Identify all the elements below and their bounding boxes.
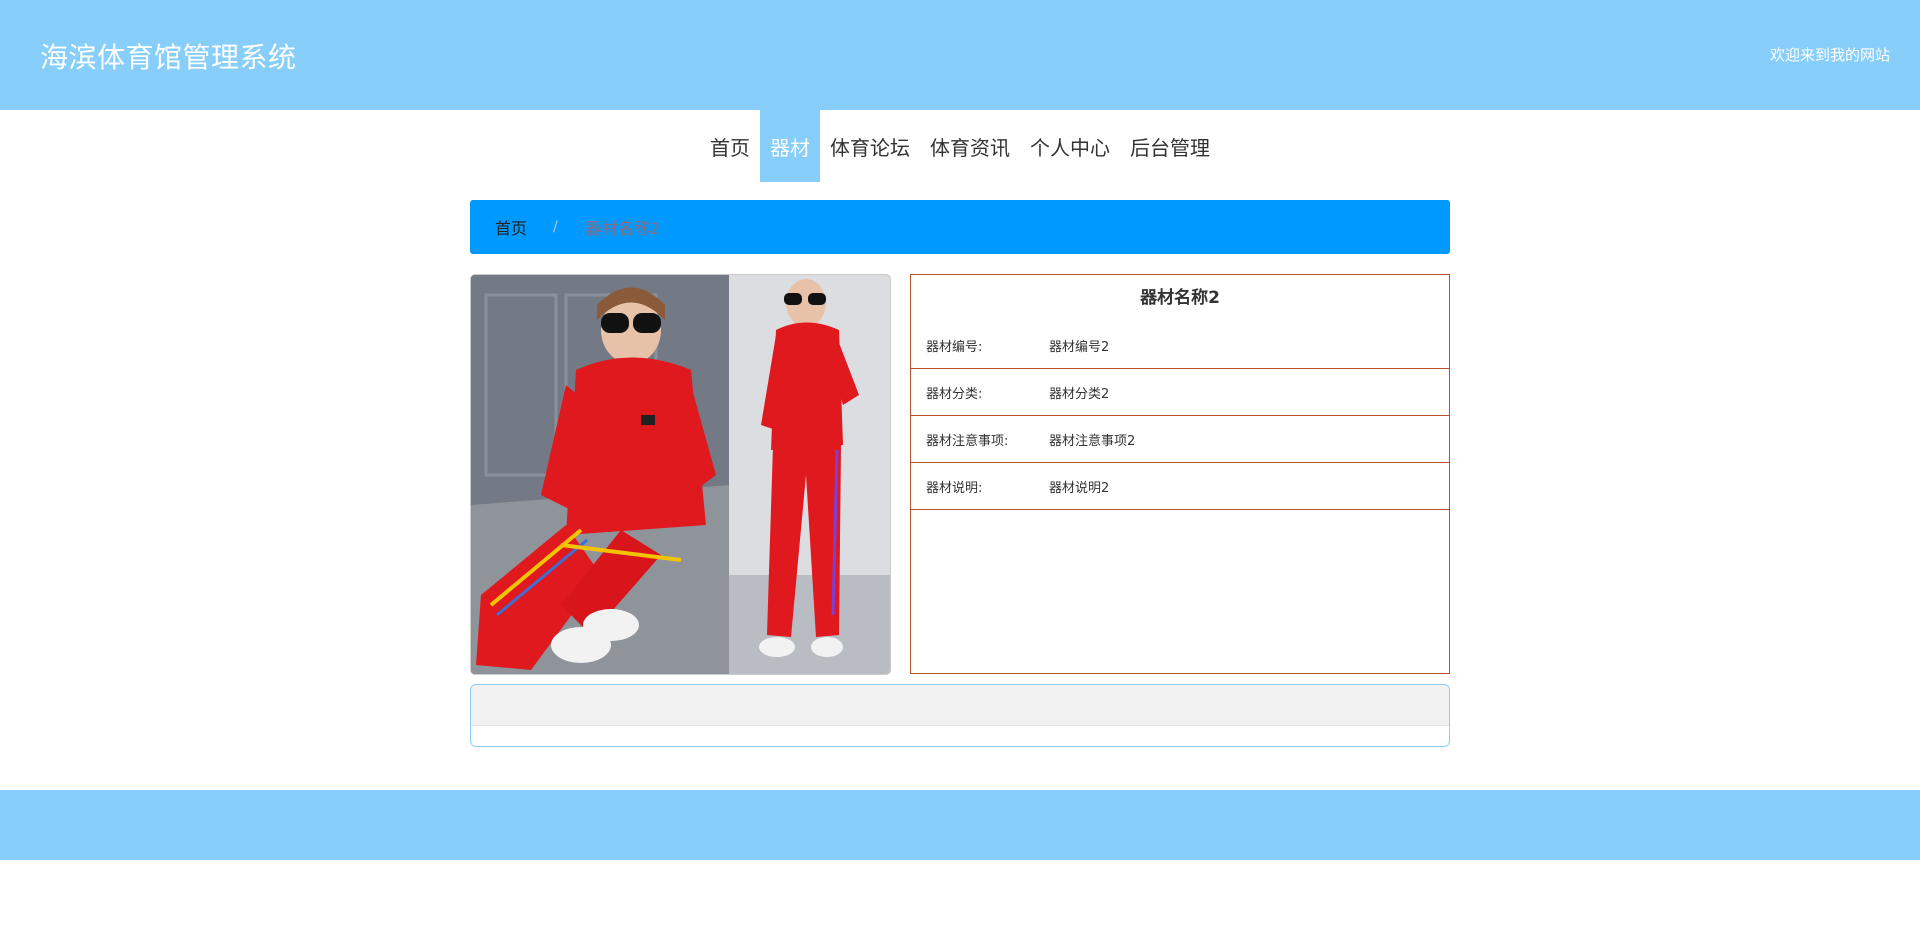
nav-item-equipment[interactable]: 器材 [760, 110, 820, 182]
breadcrumb-home-link[interactable]: 首页 [495, 215, 527, 239]
nav-item-home[interactable]: 首页 [700, 110, 760, 182]
nav-item-forum[interactable]: 体育论坛 [820, 110, 920, 182]
breadcrumb-current: 器材名称2 [585, 219, 660, 238]
main-nav: 首页 器材 体育论坛 体育资讯 个人中心 后台管理 [0, 110, 1920, 182]
info-row-notes: 器材注意事项: 器材注意事项2 [911, 416, 1449, 463]
top-header: 海滨体育馆管理系统 欢迎来到我的网站 [0, 0, 1920, 110]
site-title: 海滨体育馆管理系统 [40, 41, 297, 74]
equipment-info-panel: 器材名称2 器材编号: 器材编号2 器材分类: 器材分类2 器材注意事项: 器材… [910, 274, 1450, 674]
detail-content-box [470, 684, 1450, 747]
info-value: 器材说明2 [1049, 480, 1110, 496]
info-row-category: 器材分类: 器材分类2 [911, 369, 1449, 416]
nav-item-admin[interactable]: 后台管理 [1120, 110, 1220, 182]
product-image [470, 274, 891, 675]
nav-item-news[interactable]: 体育资讯 [920, 110, 1020, 182]
equipment-name: 器材名称2 [1140, 288, 1220, 308]
info-label: 器材分类: [926, 386, 983, 402]
welcome-text: 欢迎来到我的网站 [1769, 46, 1890, 64]
page-footer [0, 790, 1920, 860]
nav-item-personal-center[interactable]: 个人中心 [1020, 110, 1120, 182]
breadcrumb-separator: / [553, 219, 558, 235]
info-value: 器材注意事项2 [1049, 433, 1136, 449]
info-label: 器材注意事项: [926, 433, 1009, 449]
info-label: 器材编号: [926, 339, 983, 355]
info-row-number: 器材编号: 器材编号2 [911, 322, 1449, 369]
info-value: 器材分类2 [1049, 386, 1110, 402]
breadcrumb: 首页 / 器材名称2 [470, 200, 1450, 254]
info-value: 器材编号2 [1049, 339, 1110, 355]
detail-content-header [471, 685, 1449, 726]
info-row-description: 器材说明: 器材说明2 [911, 463, 1449, 510]
info-label: 器材说明: [926, 480, 983, 496]
